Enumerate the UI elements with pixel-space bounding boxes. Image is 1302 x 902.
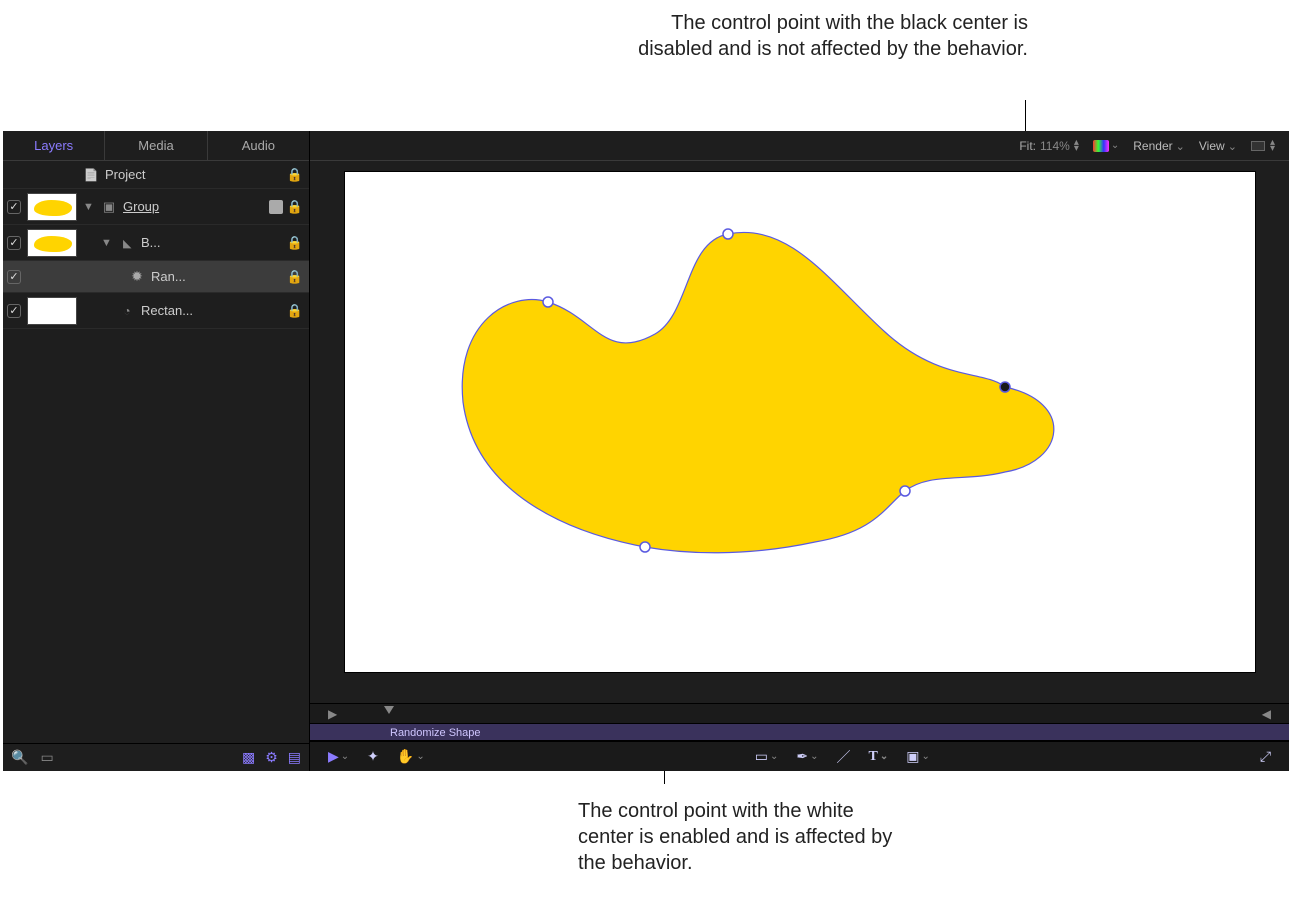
lock-icon[interactable]: 🔒	[287, 269, 303, 285]
layers-panel: Layers Media Audio Project 🔒 ✓ ▼ Group	[3, 131, 310, 771]
playhead-icon[interactable]	[384, 706, 394, 714]
disclosure-triangle-icon[interactable]: ▼	[83, 201, 95, 213]
row-checkbox[interactable]: ✓	[7, 200, 21, 214]
shape-icon	[119, 235, 135, 251]
disclosure-triangle-icon[interactable]: ▼	[101, 237, 113, 249]
behavior-track[interactable]: Randomize Shape	[310, 723, 1289, 741]
mini-timeline[interactable]: ▶ ◀	[310, 703, 1289, 723]
stepper-icon[interactable]: ▴▾	[1074, 140, 1079, 152]
mask-tool[interactable]: ▣⌄	[906, 748, 930, 765]
view-menu[interactable]: View	[1199, 139, 1237, 153]
text-tool[interactable]: T⌄	[868, 749, 888, 765]
layout-menu[interactable]: ▴▾	[1251, 140, 1275, 152]
layer-thumbnail	[27, 193, 77, 221]
pan-tool[interactable]: ✋⌄	[397, 748, 425, 765]
sidebar-bottom-bar: 🔍 ▭ ▩ ⚙ ▤	[3, 743, 309, 771]
zoom-control[interactable]: Fit: 114% ▴▾	[1019, 139, 1079, 153]
annotation-bottom: The control point with the white center …	[578, 798, 908, 876]
track-label: Randomize Shape	[390, 727, 481, 739]
tab-audio[interactable]: Audio	[208, 131, 309, 160]
panel-tabs: Layers Media Audio	[3, 131, 309, 161]
layer-rows: Project 🔒 ✓ ▼ Group 🔒 ✓ ▼	[3, 161, 309, 743]
tab-media[interactable]: Media	[105, 131, 207, 160]
frame-icon[interactable]: ▭	[40, 749, 53, 766]
control-point-enabled[interactable]	[640, 542, 650, 552]
brush-tool[interactable]: ／	[836, 747, 850, 767]
window-icon[interactable]: ▤	[288, 749, 301, 766]
bezier-shape[interactable]	[462, 232, 1054, 552]
control-point-enabled[interactable]	[543, 297, 553, 307]
layer-row-rectangle[interactable]: ✓ Rectan... 🔒	[3, 293, 309, 329]
layer-label: B...	[141, 235, 281, 250]
annotation-top: The control point with the black center …	[612, 10, 1028, 62]
layer-label: Ran...	[151, 269, 281, 284]
control-point-disabled[interactable]	[1000, 382, 1010, 392]
row-checkbox[interactable]: ✓	[7, 236, 21, 250]
layer-label: Project	[105, 167, 281, 182]
layer-row-randomize[interactable]: ✓ Ran... 🔒	[3, 261, 309, 293]
filters-icon[interactable]	[269, 200, 283, 214]
square-icon	[1251, 141, 1265, 151]
canvas-toolbar: ▶⌄ ✦ ✋⌄ ▭⌄ ✒⌄ ／ T⌄ ▣⌄ ⤢	[310, 741, 1289, 771]
canvas-panel: Fit: 114% ▴▾ ⌄ Render View ▴▾	[310, 131, 1289, 771]
layer-row-project[interactable]: Project 🔒	[3, 161, 309, 189]
color-channels-button[interactable]: ⌄	[1093, 140, 1119, 152]
rectangle-tool[interactable]: ▭⌄	[755, 748, 779, 765]
lock-icon[interactable]: 🔒	[287, 303, 303, 319]
lock-icon[interactable]: 🔒	[287, 199, 303, 215]
app-window: Layers Media Audio Project 🔒 ✓ ▼ Group	[3, 131, 1289, 771]
timeline-start-icon[interactable]: ▶	[328, 707, 337, 721]
pen-tool[interactable]: ✒⌄	[796, 748, 818, 765]
row-checkbox[interactable]: ✓	[7, 304, 21, 318]
control-point-enabled[interactable]	[900, 486, 910, 496]
row-checkbox[interactable]: ✓	[7, 270, 21, 284]
expand-icon[interactable]: ⤢	[1260, 748, 1271, 765]
wedge-icon	[119, 303, 135, 319]
control-point-enabled[interactable]	[723, 229, 733, 239]
canvas-topbar: Fit: 114% ▴▾ ⌄ Render View ▴▾	[310, 131, 1289, 161]
search-icon[interactable]: 🔍	[11, 749, 28, 766]
render-menu[interactable]: Render	[1133, 139, 1185, 153]
layer-row-group[interactable]: ✓ ▼ Group 🔒	[3, 189, 309, 225]
fit-label: Fit:	[1019, 139, 1036, 153]
timeline-end-icon[interactable]: ◀	[1262, 707, 1271, 721]
layer-thumbnail	[27, 229, 77, 257]
fit-value: 114%	[1040, 139, 1070, 153]
document-icon	[83, 167, 99, 183]
gear-icon[interactable]: ⚙	[265, 749, 278, 766]
select-tool[interactable]: ▶⌄	[328, 748, 349, 765]
layer-label: Group	[123, 199, 263, 214]
gear-icon	[129, 269, 145, 285]
3d-transform-tool[interactable]: ✦	[367, 748, 379, 765]
checker-icon[interactable]: ▩	[242, 749, 255, 766]
canvas[interactable]	[344, 171, 1256, 673]
stack-icon	[101, 199, 117, 215]
lock-icon[interactable]: 🔒	[287, 235, 303, 251]
layer-thumbnail	[27, 297, 77, 325]
canvas-area	[310, 161, 1289, 703]
tab-layers[interactable]: Layers	[3, 131, 105, 160]
layer-row-bezier[interactable]: ✓ ▼ B... 🔒	[3, 225, 309, 261]
rainbow-icon	[1093, 140, 1109, 152]
lock-icon[interactable]: 🔒	[287, 167, 303, 183]
layer-label: Rectan...	[141, 303, 281, 318]
